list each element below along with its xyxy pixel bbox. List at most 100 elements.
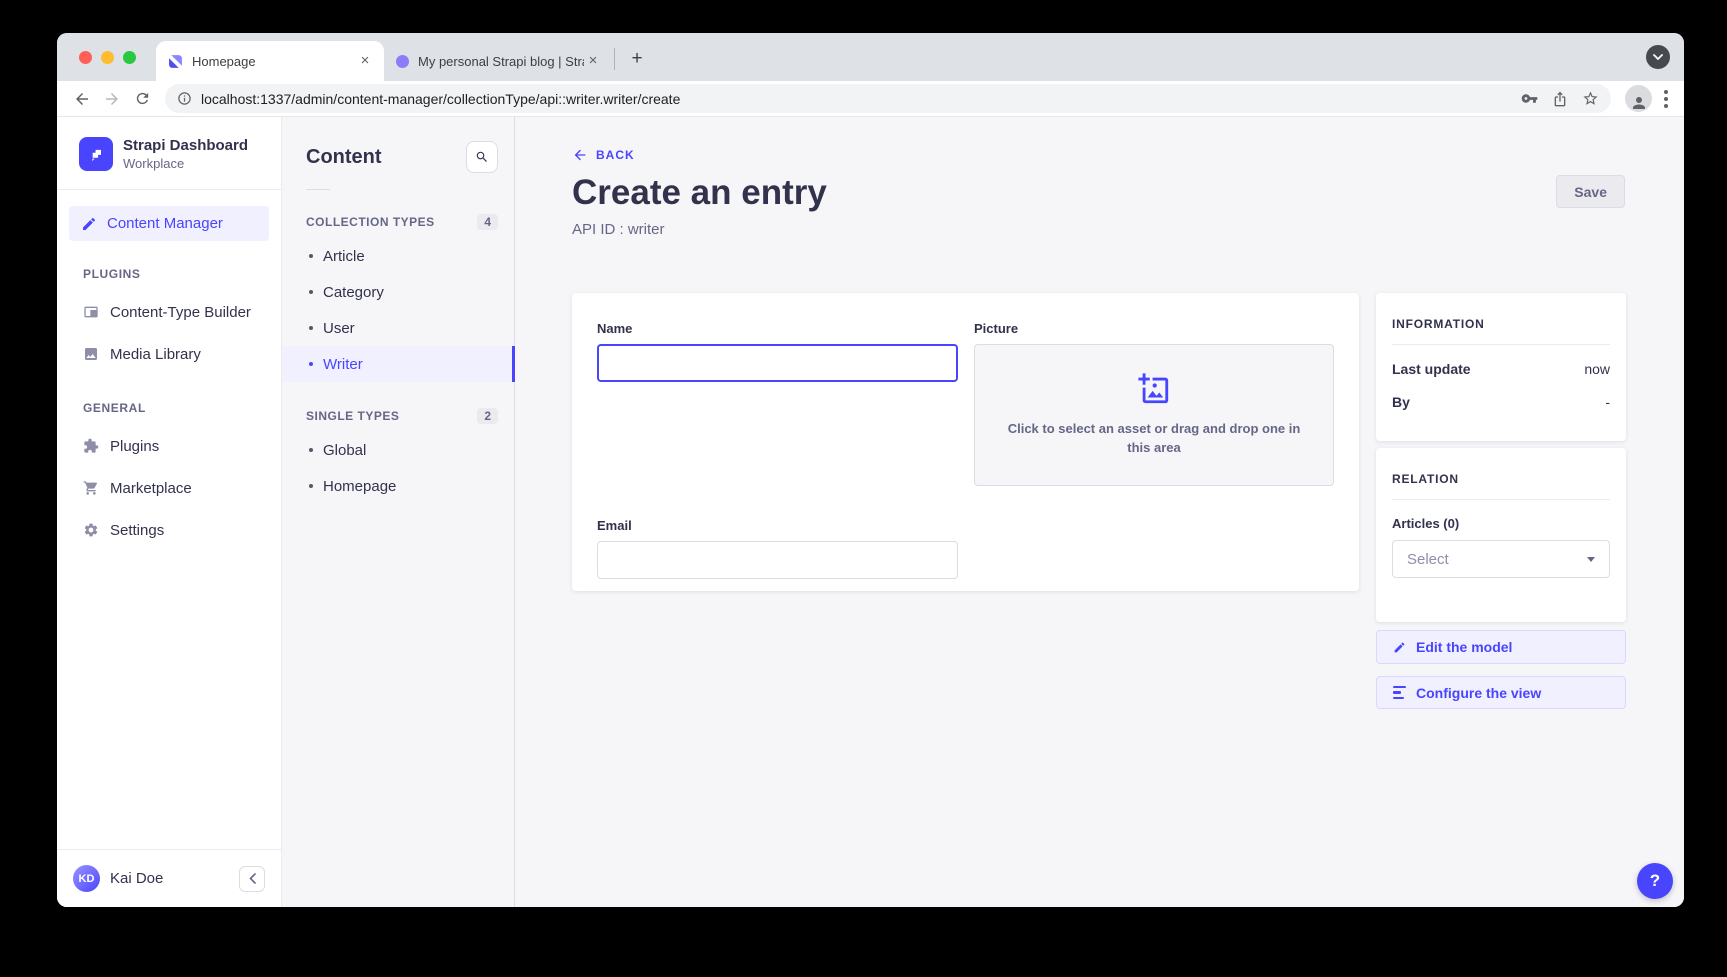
strapi-logo-icon [79, 137, 113, 171]
content-nav-item-user[interactable]: User [282, 310, 514, 346]
fullscreen-window-button[interactable] [123, 51, 136, 64]
name-input[interactable] [597, 344, 958, 382]
pencil-write-icon [81, 216, 97, 232]
chevron-left-icon [249, 873, 256, 884]
password-key-icon[interactable] [1521, 90, 1538, 107]
tab-strapi-blog[interactable]: My personal Strapi blog | Strap × [384, 41, 612, 81]
back-button[interactable] [67, 84, 97, 114]
back-arrow-icon [73, 90, 91, 108]
articles-select[interactable]: Select [1392, 540, 1610, 578]
add-image-icon [1137, 372, 1171, 406]
edit-model-button[interactable]: Edit the model [1376, 630, 1626, 664]
close-tab-icon[interactable]: × [356, 52, 374, 70]
workspace-header[interactable]: Strapi Dashboard Workplace [57, 117, 281, 190]
new-tab-button[interactable]: + [623, 45, 651, 73]
main-content: BACK Create an entry API ID : writer Sav… [515, 117, 1684, 907]
share-icon[interactable] [1552, 91, 1568, 107]
configure-lines-icon [1393, 686, 1406, 700]
content-nav-item-writer[interactable]: Writer [282, 346, 514, 382]
browser-menu-button[interactable] [1664, 90, 1668, 108]
main-sidebar: Strapi Dashboard Workplace Content Manag… [57, 117, 282, 907]
information-header: INFORMATION [1392, 317, 1610, 331]
content-nav-item-category[interactable]: Category [282, 274, 514, 310]
save-button[interactable]: Save [1556, 175, 1625, 208]
relation-card: RELATION Articles (0) Select [1376, 448, 1626, 622]
search-button[interactable] [466, 141, 498, 173]
strapi-favicon-icon [168, 54, 183, 69]
blog-favicon-icon [396, 55, 409, 68]
page-info-icon[interactable] [177, 91, 192, 106]
help-button[interactable]: ? [1637, 863, 1673, 899]
bookmark-star-icon[interactable] [1582, 90, 1599, 107]
email-input[interactable] [597, 541, 958, 579]
api-id-subtitle: API ID : writer [572, 221, 665, 238]
tab-title: Homepage [192, 54, 356, 69]
content-nav-item-global[interactable]: Global [282, 432, 514, 468]
tab-title: My personal Strapi blog | Strap [418, 54, 584, 69]
sidebar-item-settings[interactable]: Settings [57, 509, 281, 551]
address-bar[interactable]: localhost:1337/admin/content-manager/col… [165, 84, 1611, 113]
articles-relation-label: Articles (0) [1392, 516, 1610, 531]
content-nav-item-article[interactable]: Article [282, 238, 514, 274]
back-link[interactable]: BACK [572, 147, 635, 163]
chevron-down-icon [1587, 557, 1595, 562]
divider [306, 189, 330, 190]
sidebar-item-media-library[interactable]: Media Library [57, 333, 281, 375]
browser-profile-avatar[interactable] [1625, 85, 1652, 112]
browser-tab-strip: Homepage × My personal Strapi blog | Str… [57, 33, 1684, 81]
pencil-icon [1393, 641, 1406, 654]
close-tab-icon[interactable]: × [584, 52, 602, 70]
last-update-row: Last update now [1392, 361, 1610, 377]
sidebar-item-label: Media Library [110, 346, 201, 363]
workspace-title: Strapi Dashboard [123, 137, 248, 154]
sidebar-item-label: Marketplace [110, 480, 192, 497]
sidebar-section-plugins: PLUGINS [57, 267, 281, 281]
content-panel-title: Content [306, 146, 382, 169]
url-text: localhost:1337/admin/content-manager/col… [201, 91, 1507, 107]
refresh-icon [134, 90, 151, 107]
minimize-window-button[interactable] [101, 51, 114, 64]
entry-form-card: Name Picture Click to select an asset or… [572, 293, 1359, 591]
search-icon [475, 150, 489, 164]
divider [1392, 344, 1610, 345]
name-field-label: Name [597, 321, 958, 336]
configure-view-button[interactable]: Configure the view [1376, 676, 1626, 709]
forward-arrow-icon [103, 90, 121, 108]
image-icon [83, 346, 99, 362]
sidebar-item-label: Content-Type Builder [110, 304, 251, 321]
browser-window: Homepage × My personal Strapi blog | Str… [57, 33, 1684, 907]
sidebar-item-plugins[interactable]: Plugins [57, 425, 281, 467]
information-card: INFORMATION Last update now By - [1376, 293, 1626, 441]
single-types-count-badge: 2 [477, 408, 498, 424]
content-nav-item-homepage[interactable]: Homepage [282, 468, 514, 504]
collection-types-count-badge: 4 [477, 214, 498, 230]
user-profile-block[interactable]: KD Kai Doe [57, 849, 281, 907]
collapse-sidebar-button[interactable] [239, 866, 265, 892]
browser-toolbar: localhost:1337/admin/content-manager/col… [57, 81, 1684, 117]
meta-column: INFORMATION Last update now By - RELATIO… [1376, 293, 1626, 709]
tab-separator [614, 48, 615, 70]
sidebar-item-marketplace[interactable]: Marketplace [57, 467, 281, 509]
sidebar-item-label: Content Manager [107, 215, 223, 232]
shopping-cart-icon [83, 480, 99, 496]
sidebar-item-label: Plugins [110, 438, 159, 455]
window-controls [79, 33, 136, 81]
by-row: By - [1392, 394, 1610, 410]
email-field-label: Email [597, 518, 958, 533]
close-window-button[interactable] [79, 51, 92, 64]
sidebar-section-general: GENERAL [57, 401, 281, 415]
browser-chevron-menu-button[interactable] [1646, 45, 1670, 69]
gear-icon [83, 522, 99, 538]
picture-dropzone[interactable]: Click to select an asset or drag and dro… [974, 344, 1334, 486]
user-avatar[interactable]: KD [73, 865, 100, 892]
sidebar-item-content-manager[interactable]: Content Manager [69, 206, 269, 241]
tab-homepage[interactable]: Homepage × [156, 41, 384, 81]
group-label-single-types: SINGLE TYPES [306, 409, 399, 423]
puzzle-piece-icon [83, 438, 99, 454]
refresh-button[interactable] [127, 84, 157, 114]
divider [1392, 499, 1610, 500]
sidebar-item-label: Settings [110, 522, 164, 539]
strapi-admin-app: Strapi Dashboard Workplace Content Manag… [57, 117, 1684, 907]
forward-button[interactable] [97, 84, 127, 114]
sidebar-item-content-type-builder[interactable]: Content-Type Builder [57, 291, 281, 333]
